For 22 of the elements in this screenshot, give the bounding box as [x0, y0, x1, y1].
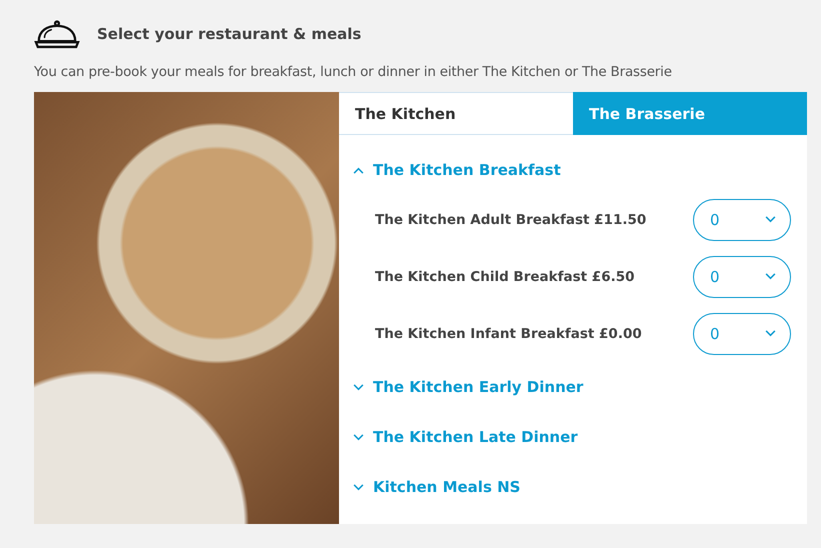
- chevron-down-icon: [353, 384, 364, 390]
- meal-label: The Kitchen Child Breakfast £6.50: [375, 268, 634, 284]
- accordion-header[interactable]: The Kitchen Breakfast: [353, 149, 791, 191]
- serving-cloche-icon: [34, 20, 80, 48]
- chevron-down-icon: [765, 273, 776, 280]
- accordion-header[interactable]: The Kitchen Early Dinner: [353, 362, 791, 412]
- accordion-header[interactable]: Kitchen Meals NS: [353, 462, 791, 512]
- restaurant-tab[interactable]: The Brasserie: [573, 92, 807, 135]
- chevron-up-icon: [353, 166, 364, 174]
- meal-label: The Kitchen Infant Breakfast £0.00: [375, 326, 642, 342]
- quantity-dropdown[interactable]: 0: [693, 198, 791, 240]
- description-text: You can pre-book your meals for breakfast, lunch or dinner in either The Kitchen or The Brasserie: [34, 64, 673, 80]
- accordion-header[interactable]: The Kitchen Late Dinner: [353, 412, 791, 462]
- meal-label: The Kitchen Adult Breakfast £11.50: [375, 212, 646, 228]
- restaurant-tab[interactable]: The Kitchen: [339, 92, 573, 135]
- section-title: Select your restaurant & meals: [97, 25, 362, 43]
- chevron-down-icon: [353, 484, 364, 490]
- chevron-down-icon: [765, 330, 776, 337]
- chevron-down-icon: [353, 434, 364, 440]
- chevron-down-icon: [765, 216, 776, 223]
- quantity-dropdown[interactable]: 0: [693, 256, 791, 298]
- quantity-dropdown[interactable]: 0: [693, 312, 791, 354]
